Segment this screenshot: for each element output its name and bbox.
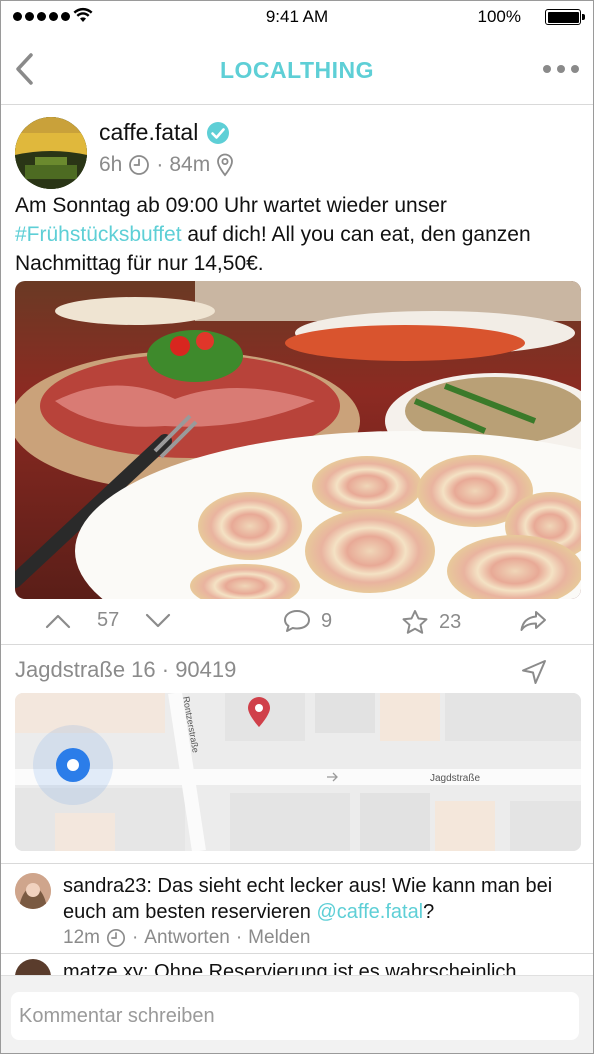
meta-separator: · — [156, 153, 164, 176]
app-screen: 9:41 AM 100% LOCALTHING caffe.fatal 6h ·… — [0, 0, 594, 1054]
comment-message: Ohne Reservierung ist es wahrscheinlich — [148, 961, 517, 975]
map-street-label: Jagdstraße — [430, 773, 480, 784]
comment-count: 9 — [321, 609, 333, 632]
page-title: LOCALTHING — [219, 57, 375, 83]
meta-separator: · — [235, 927, 243, 948]
vote-group: 57 — [45, 609, 171, 632]
post-age: 6h — [99, 153, 123, 176]
comment-item: matze.xy: Ohne Reservierung ist es wahrs… — [15, 959, 581, 975]
location-pin-icon — [217, 153, 234, 177]
share-action[interactable] — [519, 609, 547, 633]
more-dots-icon[interactable] — [543, 65, 579, 73]
divider — [1, 953, 593, 954]
star-icon[interactable] — [401, 609, 429, 635]
share-arrow-icon[interactable] — [519, 609, 547, 633]
meta-separator: · — [131, 927, 139, 948]
comment-username[interactable]: matze.xy: — [63, 961, 149, 975]
clock-icon — [129, 155, 150, 175]
location-map[interactable]: Jagdstraße Rontzerstraße — [15, 693, 581, 851]
avatar[interactable] — [15, 117, 87, 189]
username-label[interactable]: caffe.fatal — [99, 119, 198, 146]
nav-bar: LOCALTHING — [1, 33, 593, 105]
downvote-chevron-icon[interactable] — [145, 611, 171, 631]
hashtag-link[interactable]: #Frühstücksbuffet — [15, 223, 182, 246]
comment-text: sandra23: Das sieht echt lecker aus! Wie… — [63, 873, 581, 925]
post-meta: 6h · 84m — [99, 153, 234, 177]
post-text-start: Am Sonntag ab 09:00 Uhr wartet wieder un… — [15, 194, 447, 217]
post-photo[interactable] — [15, 281, 581, 599]
comment-age: 12m — [63, 927, 100, 948]
comment-message-end: ? — [423, 901, 435, 923]
vote-count: 57 — [97, 609, 120, 631]
verified-badge-icon — [207, 121, 230, 144]
comment-username[interactable]: sandra23: — [63, 875, 152, 897]
divider — [1, 863, 593, 864]
comment-meta: 12m · Antworten · Melden — [63, 927, 311, 949]
post-distance: 84m — [169, 153, 211, 176]
comment-input[interactable] — [11, 992, 579, 1040]
mention-link[interactable]: @caffe.fatal — [316, 901, 423, 923]
post-actions: 57 9 23 — [1, 601, 593, 645]
comment-text: matze.xy: Ohne Reservierung ist es wahrs… — [63, 959, 581, 975]
post-author[interactable]: caffe.fatal — [99, 119, 230, 146]
clock-icon — [106, 929, 125, 947]
comment-bubble-icon[interactable] — [283, 609, 311, 633]
upvote-chevron-icon[interactable] — [45, 611, 71, 631]
favorite-count: 23 — [439, 610, 462, 633]
navigation-arrow-icon[interactable] — [521, 659, 547, 685]
location-address[interactable]: Jagdstraße 16 · 90419 — [15, 657, 236, 683]
report-link[interactable]: Melden — [248, 927, 310, 949]
comments-action[interactable]: 9 — [283, 609, 332, 633]
battery-percent: 100% — [477, 7, 521, 26]
reply-link[interactable]: Antworten — [144, 927, 230, 949]
post-text: Am Sonntag ab 09:00 Uhr wartet wieder un… — [15, 191, 581, 278]
avatar[interactable] — [15, 873, 51, 909]
battery-icon — [545, 9, 585, 25]
avatar[interactable] — [15, 959, 51, 975]
status-bar: 9:41 AM 100% — [1, 1, 593, 33]
comment-composer — [1, 975, 593, 1053]
comment-item: sandra23: Das sieht echt lecker aus! Wie… — [15, 873, 581, 953]
favorite-action[interactable]: 23 — [401, 609, 461, 635]
